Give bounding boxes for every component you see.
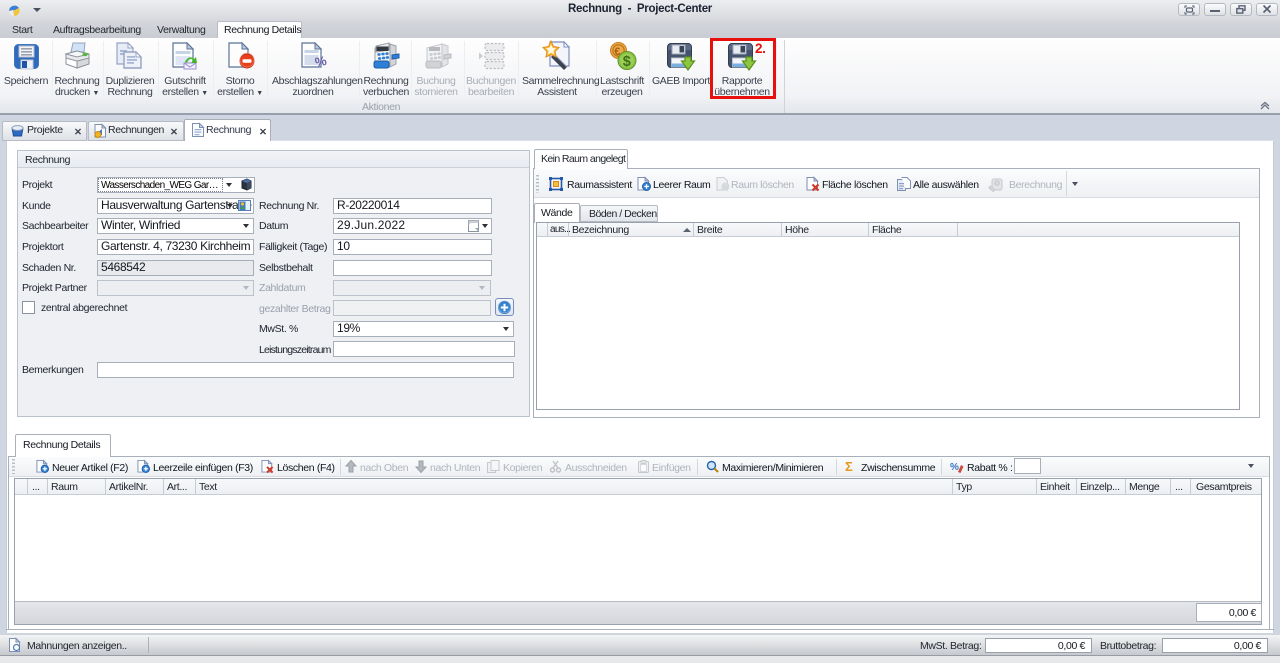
svg-text:%: % — [314, 53, 329, 70]
svg-text:%: % — [950, 462, 959, 473]
svg-text:$: $ — [623, 54, 631, 70]
